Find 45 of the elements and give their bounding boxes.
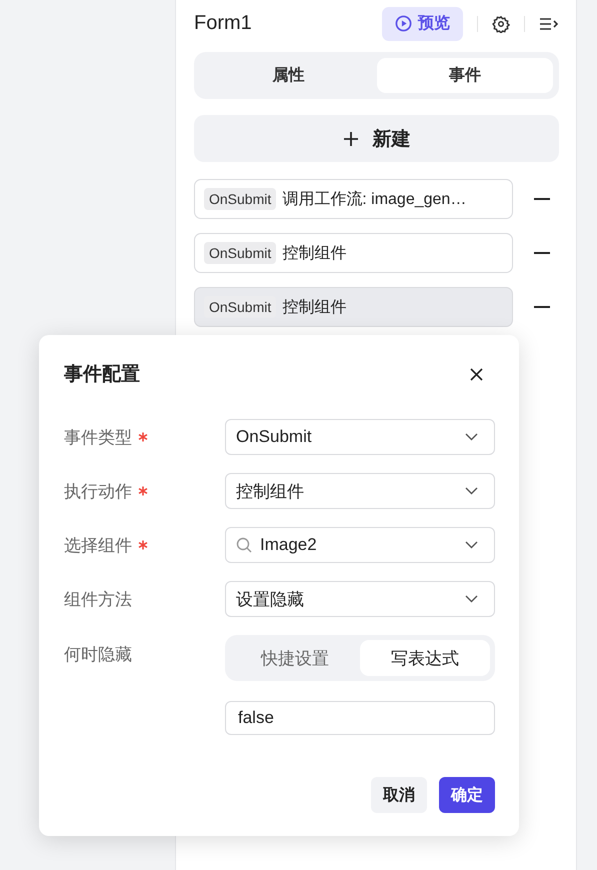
remove-icon[interactable] (534, 251, 550, 255)
caret-icon (465, 541, 478, 549)
plus-icon (342, 130, 358, 146)
event-action: 调用工作流: image_gen… (282, 190, 466, 210)
tab[interactable]: 属性 (200, 58, 376, 93)
event-item[interactable]: OnSubmit 控制组件 (194, 233, 513, 273)
caret-icon (465, 433, 478, 441)
mode-tab[interactable]: 快捷设置 (230, 640, 360, 676)
new-button[interactable]: 新建 (194, 115, 559, 162)
select-field[interactable]: OnSubmit (225, 419, 495, 455)
remove-icon[interactable] (534, 197, 550, 201)
play-icon (395, 15, 412, 32)
event-tag: OnSubmit (204, 242, 276, 264)
expression-field[interactable]: false (225, 701, 495, 735)
select-field[interactable]: 控制组件 (225, 473, 495, 509)
event-action: 控制组件 (282, 244, 346, 264)
field-label: 选择组件 (64, 534, 132, 556)
mode-tab[interactable]: 写表达式 (360, 640, 490, 676)
select-value: Image2 (260, 535, 318, 555)
tab[interactable]: 事件 (376, 58, 553, 93)
event-item[interactable]: OnSubmit 控制组件 (194, 287, 513, 327)
select-value: 控制组件 (236, 480, 305, 502)
caret-icon (465, 487, 478, 495)
field-label: 组件方法 (64, 588, 132, 610)
field-label: 执行动作 (64, 480, 132, 502)
select-field[interactable]: Image2 (225, 527, 495, 563)
event-tag: OnSubmit (204, 188, 276, 210)
confirm-button[interactable]: 确定 (439, 777, 495, 813)
close-icon[interactable] (470, 368, 483, 380)
event-action: 控制组件 (282, 298, 346, 318)
select-field[interactable]: 设置隐藏 (225, 581, 495, 617)
form-title: Form1 (194, 12, 253, 35)
field-label: 何时隐藏 (64, 644, 132, 666)
settings-icon[interactable] (492, 14, 510, 32)
search-icon (236, 537, 252, 553)
field-label: 事件类型 (64, 426, 132, 448)
caret-icon (465, 595, 478, 603)
menu-icon[interactable] (539, 16, 559, 32)
event-item[interactable]: OnSubmit 调用工作流: image_gen… (194, 179, 513, 219)
remove-icon[interactable] (534, 305, 550, 309)
dialog-title: 事件配置 (64, 363, 140, 387)
preview-button[interactable]: 预览 (382, 6, 463, 40)
select-value: OnSubmit (236, 427, 313, 447)
select-value: 设置隐藏 (236, 588, 305, 610)
cancel-button[interactable]: 取消 (371, 777, 427, 813)
